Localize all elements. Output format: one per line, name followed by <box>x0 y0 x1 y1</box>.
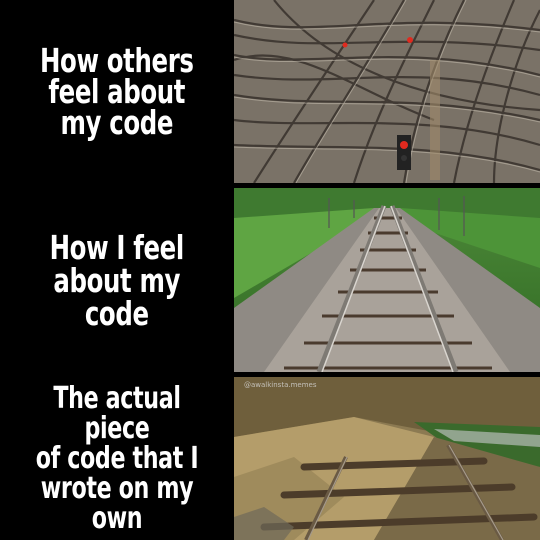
watermark: @awalkinsta.memes <box>244 381 317 389</box>
tangled-railway-photo <box>234 0 540 183</box>
caption-box: How others feel about my code <box>0 0 234 183</box>
broken-railway-image <box>234 377 540 540</box>
caption-box: How I feel about my code <box>0 188 234 372</box>
caption-me: How I feel about my code <box>49 227 185 333</box>
caption-actual: The actual piece of code that I wrote on… <box>35 380 199 536</box>
broken-railway-photo: @awalkinsta.memes <box>234 377 540 540</box>
caption-others: How others feel about my code <box>40 41 194 142</box>
panel-others: How others feel about my code <box>0 0 540 183</box>
tangled-railway-image <box>234 0 540 183</box>
straight-railway-image <box>234 188 540 372</box>
straight-railway-photo <box>234 188 540 372</box>
panel-me: How I feel about my code <box>0 188 540 372</box>
caption-box: The actual piece of code that I wrote on… <box>0 377 234 540</box>
panel-actual: The actual piece of code that I wrote on… <box>0 377 540 540</box>
